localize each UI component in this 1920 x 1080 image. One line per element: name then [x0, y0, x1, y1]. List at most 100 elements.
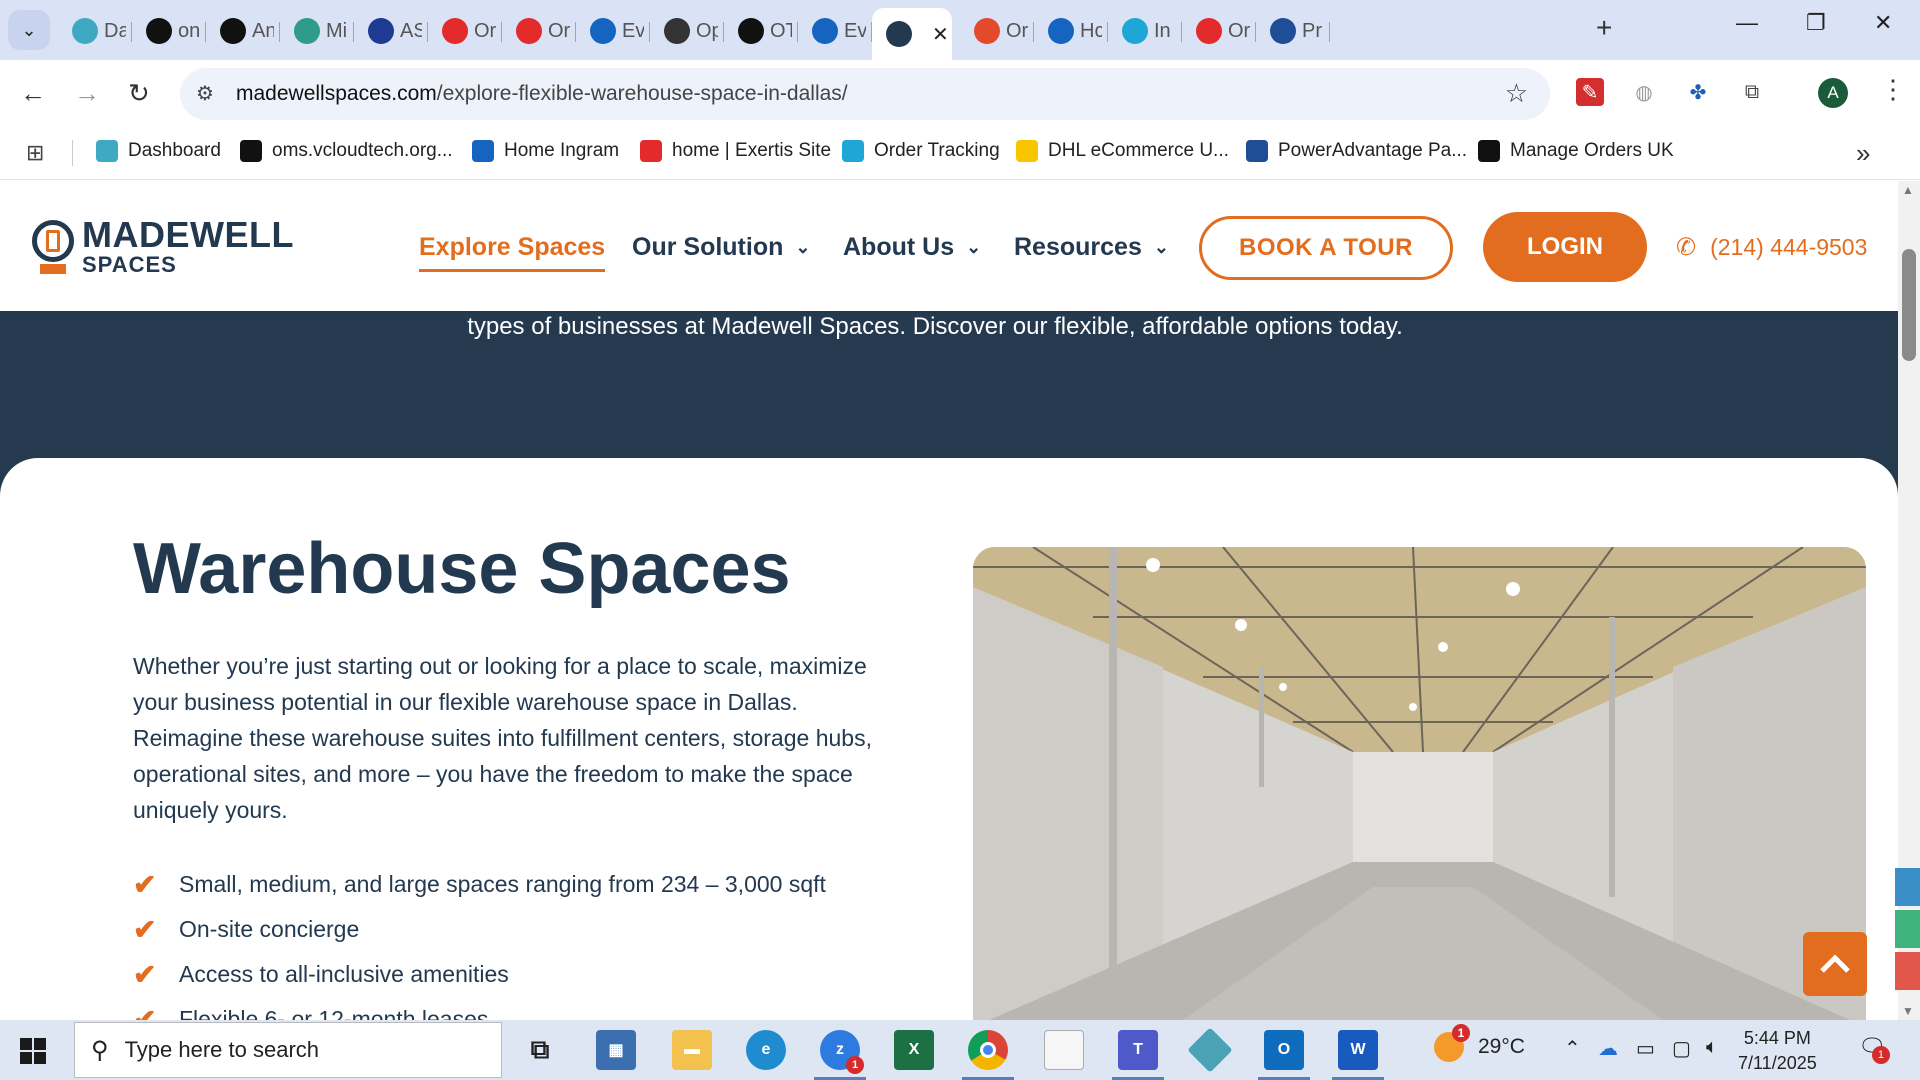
- new-tab-button[interactable]: +: [1596, 12, 1612, 44]
- tab-search-button[interactable]: ⌄: [8, 10, 50, 50]
- zoom-app-icon[interactable]: z1: [814, 1030, 866, 1080]
- warehouse-section: Warehouse Spaces Whether you’re just sta…: [0, 458, 1898, 1020]
- side-tab-green[interactable]: [1895, 910, 1920, 948]
- browser-tab[interactable]: Ev: [576, 10, 650, 52]
- system-clock[interactable]: 5:44 PM 7/11/2025: [1738, 1026, 1817, 1076]
- edge-browser-icon[interactable]: e: [746, 1030, 786, 1070]
- tab-label: Pr: [1302, 19, 1322, 42]
- restore-button[interactable]: ❐: [1806, 10, 1826, 36]
- word-app-icon[interactable]: W: [1332, 1030, 1384, 1080]
- browser-menu-icon[interactable]: ⋮: [1880, 74, 1906, 105]
- pdf-extension-icon[interactable]: ✎: [1576, 78, 1604, 106]
- close-window-button[interactable]: ✕: [1874, 10, 1892, 36]
- browser-tab[interactable]: Op: [650, 10, 724, 52]
- book-a-tour-button[interactable]: BOOK A TOUR: [1199, 216, 1453, 280]
- nav-about-us[interactable]: About Us ⌄: [843, 233, 981, 262]
- browser-tab[interactable]: Or: [960, 10, 1034, 52]
- excel-app-icon[interactable]: X: [894, 1030, 934, 1070]
- browser-tab[interactable]: An: [206, 10, 280, 52]
- browser-tab[interactable]: Da: [58, 10, 132, 52]
- calculator-app-icon[interactable]: ▦: [596, 1030, 636, 1070]
- minimize-button[interactable]: —: [1736, 10, 1758, 36]
- nav-our-solution[interactable]: Our Solution ⌄: [632, 233, 810, 262]
- hexagon-app-icon[interactable]: [1187, 1027, 1233, 1073]
- chevron-down-icon: ⌄: [966, 237, 982, 257]
- bookmarks-bar: ⊞ Dashboard oms.vcloudtech.org... Home Ing…: [0, 128, 1920, 180]
- browser-tab[interactable]: In: [1108, 10, 1182, 52]
- bookmark-label: PowerAdvantage Pa...: [1278, 140, 1468, 161]
- scroll-down-arrow[interactable]: ▼: [1902, 1004, 1914, 1018]
- url-text[interactable]: madewellspaces.com/explore-flexible-ware…: [236, 82, 848, 106]
- outlook-app-icon[interactable]: O: [1258, 1030, 1310, 1080]
- volume-icon[interactable]: 🔈︎: [1706, 1036, 1718, 1059]
- chevron-up-tray-icon[interactable]: ⌃: [1564, 1036, 1581, 1061]
- tab-label: Ev: [844, 19, 866, 42]
- file-explorer-icon[interactable]: ▬: [672, 1030, 712, 1070]
- m-circle-icon: [294, 18, 320, 44]
- tab-label: An: [252, 19, 274, 42]
- bookmark-item[interactable]: home | Exertis Site: [640, 140, 831, 162]
- network-icon[interactable]: ▢: [1672, 1036, 1691, 1061]
- feature-item: ✔ On-site concierge: [133, 914, 360, 945]
- side-tab-red[interactable]: [1895, 952, 1920, 990]
- address-bar[interactable]: ⚙ madewellspaces.com/explore-flexible-wa…: [180, 68, 1550, 120]
- taskbar-search-box[interactable]: ⚲ Type here to search: [74, 1022, 502, 1078]
- tab-label: Or: [474, 19, 496, 42]
- bookmark-item[interactable]: Dashboard: [96, 140, 221, 162]
- bookmark-item[interactable]: PowerAdvantage Pa...: [1246, 140, 1467, 162]
- notepad-icon[interactable]: [1044, 1030, 1084, 1070]
- browser-tab[interactable]: Or: [1182, 10, 1256, 52]
- checkmark-icon: ✔: [133, 959, 157, 990]
- chrome-browser-icon[interactable]: [962, 1030, 1014, 1080]
- browser-tab[interactable]: Pr: [1256, 10, 1330, 52]
- browser-tab[interactable]: Mi: [280, 10, 354, 52]
- nav-explore-spaces[interactable]: Explore Spaces: [419, 233, 606, 272]
- browser-tab[interactable]: on: [132, 10, 206, 52]
- apps-grid-icon[interactable]: ⊞: [26, 140, 44, 166]
- forward-button[interactable]: →: [74, 78, 100, 109]
- browser-tab[interactable]: Hc: [1034, 10, 1108, 52]
- close-tab-icon[interactable]: ✕: [932, 22, 949, 47]
- bookmark-item[interactable]: DHL eCommerce U...: [1016, 140, 1229, 162]
- scroll-thumb[interactable]: [1902, 249, 1916, 361]
- browser-tab-strip: ⌄ Da on An Mi AS Or Or Ev Op OT Ev ✕ Or Hc In Or Pr + — …: [0, 0, 1920, 60]
- battery-icon[interactable]: ▭: [1636, 1036, 1655, 1061]
- globe-extension-icon[interactable]: ◍: [1630, 78, 1658, 106]
- browser-tab[interactable]: Or: [502, 10, 576, 52]
- back-to-top-button[interactable]: [1803, 932, 1867, 996]
- bookmark-item[interactable]: oms.vcloudtech.org...: [240, 140, 453, 162]
- windows-start-icon[interactable]: [20, 1038, 46, 1064]
- browser-tab[interactable]: Ev: [798, 10, 872, 52]
- bookmark-star-icon[interactable]: ☆: [1505, 78, 1528, 109]
- side-tab-blue[interactable]: [1895, 868, 1920, 906]
- tab-active[interactable]: ✕: [872, 8, 952, 60]
- extensions-puzzle-icon[interactable]: ⧉: [1738, 78, 1766, 106]
- side-widget-tabs[interactable]: [1895, 868, 1920, 994]
- amazon-icon: [220, 18, 246, 44]
- chevron-down-icon: ⌄: [1153, 237, 1169, 257]
- notification-center-icon[interactable]: 🗨︎ 1: [1858, 1034, 1890, 1064]
- browser-tab[interactable]: Or: [428, 10, 502, 52]
- site-info-icon[interactable]: ⚙: [196, 81, 214, 106]
- weather-widget[interactable]: 1 29°C: [1434, 1024, 1525, 1062]
- madewell-logo[interactable]: MADEWELL SPACES: [32, 217, 294, 276]
- bulb-logo-icon: [32, 219, 74, 274]
- back-button[interactable]: ←: [20, 78, 46, 109]
- bookmark-item[interactable]: Home Ingram: [472, 140, 619, 162]
- teams-app-icon[interactable]: T: [1112, 1030, 1164, 1080]
- browser-tab[interactable]: AS: [354, 10, 428, 52]
- bookmark-item[interactable]: Manage Orders UK: [1478, 140, 1674, 162]
- task-view-icon[interactable]: ⧉: [520, 1030, 560, 1070]
- login-button[interactable]: LOGIN: [1483, 212, 1647, 282]
- bookmark-item[interactable]: Order Tracking: [842, 140, 1000, 162]
- scroll-up-arrow[interactable]: ▲: [1902, 183, 1914, 197]
- browser-tab[interactable]: OT: [724, 10, 798, 52]
- more-bookmarks-icon[interactable]: »: [1856, 138, 1870, 169]
- onedrive-cloud-icon[interactable]: ☁: [1598, 1036, 1618, 1061]
- phone-link[interactable]: ✆ (214) 444-9503: [1676, 233, 1867, 262]
- profile-avatar[interactable]: A: [1818, 78, 1848, 108]
- reload-button[interactable]: ↻: [128, 78, 150, 109]
- bookmark-label: oms.vcloudtech.org...: [272, 140, 453, 161]
- network-extension-icon[interactable]: ✤: [1684, 78, 1712, 106]
- nav-resources[interactable]: Resources ⌄: [1014, 233, 1169, 262]
